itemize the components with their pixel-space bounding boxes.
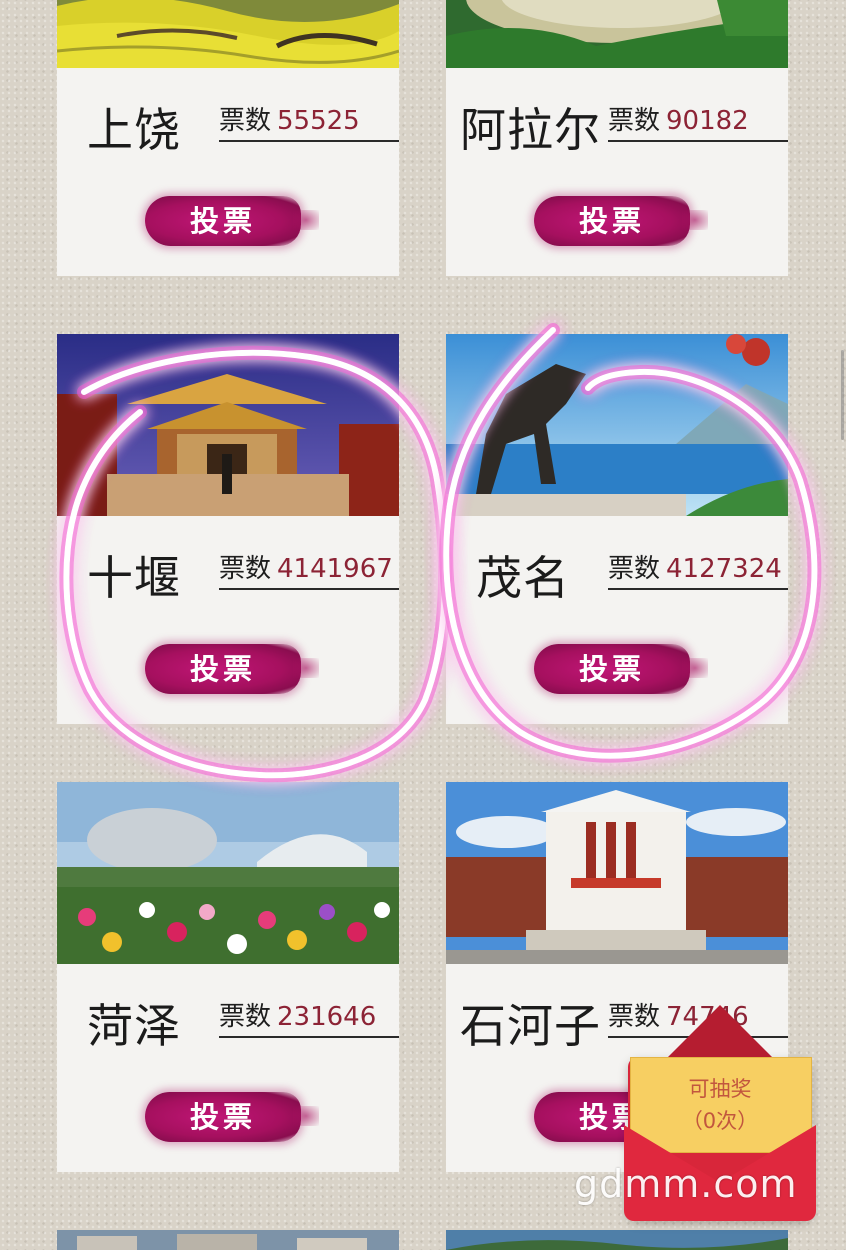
city-photo xyxy=(57,334,399,516)
city-card-next-right xyxy=(446,1230,788,1250)
vote-count-value: 4141967 xyxy=(277,554,393,584)
vote-count-label: 票数 xyxy=(219,554,272,584)
city-photo xyxy=(446,1230,788,1250)
city-card-heze: 菏泽 票数 231646 投票 xyxy=(57,782,399,1172)
vote-button[interactable]: 投票 xyxy=(534,644,708,694)
vote-count-row: 票数 4141967 xyxy=(219,554,399,590)
vote-count-label: 票数 xyxy=(219,1002,272,1032)
vote-count-value: 90182 xyxy=(666,106,749,136)
city-photo xyxy=(57,0,399,68)
vote-count-value: 55525 xyxy=(277,106,360,136)
lottery-label: 可抽奖 xyxy=(688,1077,752,1101)
city-card-alaer: 阿拉尔 票数 90182 投票 xyxy=(446,0,788,276)
city-card-shangrao: 上饶 票数 55525 投票 xyxy=(57,0,399,276)
city-photo xyxy=(57,782,399,964)
city-info: 十堰 票数 4141967 投票 xyxy=(57,516,399,724)
city-name: 上饶 xyxy=(87,103,181,157)
city-name: 十堰 xyxy=(87,551,181,605)
vote-count-label: 票数 xyxy=(608,554,661,584)
scrollbar[interactable] xyxy=(841,350,844,440)
vote-count-row: 票数 4127324 xyxy=(608,554,788,590)
city-card-next-left xyxy=(57,1230,399,1250)
city-info: 茂名 票数 4127324 投票 xyxy=(446,516,788,724)
city-name: 菏泽 xyxy=(87,999,181,1053)
city-photo xyxy=(446,782,788,964)
city-photo xyxy=(446,334,788,516)
city-photo xyxy=(446,0,788,68)
city-card-maoming: 茂名 票数 4127324 投票 xyxy=(446,334,788,724)
city-name: 石河子 xyxy=(460,999,601,1053)
city-photo xyxy=(57,1230,399,1250)
watermark: gdmm.com xyxy=(574,1162,798,1206)
vote-button[interactable]: 投票 xyxy=(145,644,319,694)
vote-count-row: 票数 231646 xyxy=(219,1002,399,1038)
city-info: 上饶 票数 55525 投票 xyxy=(57,68,399,276)
vote-count-row: 票数 90182 xyxy=(608,106,788,142)
vote-count-label: 票数 xyxy=(219,106,272,136)
city-card-shiyan: 十堰 票数 4141967 投票 xyxy=(57,334,399,724)
city-name: 茂名 xyxy=(476,551,570,605)
vote-button[interactable]: 投票 xyxy=(145,1092,319,1142)
vote-count-row: 票数 55525 xyxy=(219,106,399,142)
city-name: 阿拉尔 xyxy=(460,103,601,157)
vote-button[interactable]: 投票 xyxy=(534,196,708,246)
lottery-count: （0次） xyxy=(681,1109,759,1133)
vote-count-value: 4127324 xyxy=(666,554,782,584)
vote-count-label: 票数 xyxy=(608,106,661,136)
vote-button[interactable]: 投票 xyxy=(145,196,319,246)
vote-count-value: 231646 xyxy=(277,1002,377,1032)
city-info: 阿拉尔 票数 90182 投票 xyxy=(446,68,788,276)
city-info: 菏泽 票数 231646 投票 xyxy=(57,964,399,1172)
